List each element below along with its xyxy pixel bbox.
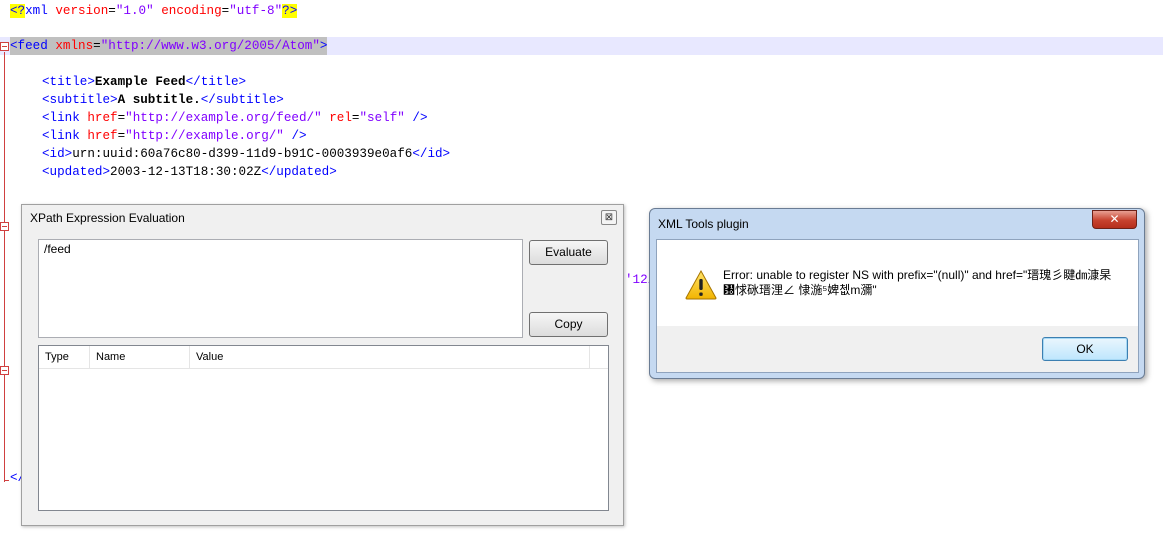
copy-button[interactable]: Copy: [529, 312, 608, 337]
warning-icon: [685, 270, 717, 300]
code-line-link-self[interactable]: <link href="http://example.org/feed/" re…: [42, 109, 428, 127]
code-line-updated[interactable]: <updated>2003-12-13T18:30:02Z</updated>: [42, 163, 337, 181]
column-header-type[interactable]: Type: [39, 346, 90, 369]
column-header-value[interactable]: Value: [190, 346, 590, 369]
xpath-expression-input[interactable]: /feed: [38, 239, 523, 338]
code-line-feed-open[interactable]: <feed xmlns="http://www.w3.org/2005/Atom…: [10, 37, 328, 55]
results-header: Type Name Value: [39, 346, 608, 369]
code-line-subtitle[interactable]: <subtitle>A subtitle.</subtitle>: [42, 91, 284, 109]
code-line-link[interactable]: <link href="http://example.org/" />: [42, 127, 307, 145]
fold-end-marker: [4, 480, 9, 481]
fold-toggle-icon[interactable]: [0, 366, 9, 375]
error-message: Error: unable to register NS with prefix…: [723, 268, 1112, 297]
code-line-title[interactable]: <title>Example Feed</title>: [42, 73, 246, 91]
column-header-name[interactable]: Name: [90, 346, 190, 369]
dialog-body: Error: unable to register NS with prefix…: [656, 239, 1139, 373]
xml-tools-error-dialog: XML Tools plugin ✕ Error: unable to regi…: [649, 208, 1145, 379]
dialog-title: XPath Expression Evaluation: [30, 211, 185, 225]
code-line-xml-declaration[interactable]: <?xml version="1.0" encoding="utf-8"?>: [10, 2, 298, 20]
code-line-id[interactable]: <id>urn:uuid:60a76c80-d399-11d9-b91C-000…: [42, 145, 450, 163]
message-area: Error: unable to register NS with prefix…: [657, 240, 1138, 326]
evaluate-button[interactable]: Evaluate: [529, 240, 608, 265]
ok-button[interactable]: OK: [1042, 337, 1128, 361]
fold-toggle-icon[interactable]: [0, 222, 9, 231]
fold-toggle-icon[interactable]: [0, 42, 9, 51]
close-icon[interactable]: ✕: [1092, 210, 1137, 229]
fold-margin-line: [4, 52, 5, 482]
close-icon[interactable]: ⊠: [601, 210, 617, 225]
results-list[interactable]: Type Name Value: [38, 345, 609, 511]
xpath-evaluation-dialog: XPath Expression Evaluation ⊠ /feed Eval…: [21, 204, 624, 526]
dialog-title: XML Tools plugin: [658, 217, 749, 231]
